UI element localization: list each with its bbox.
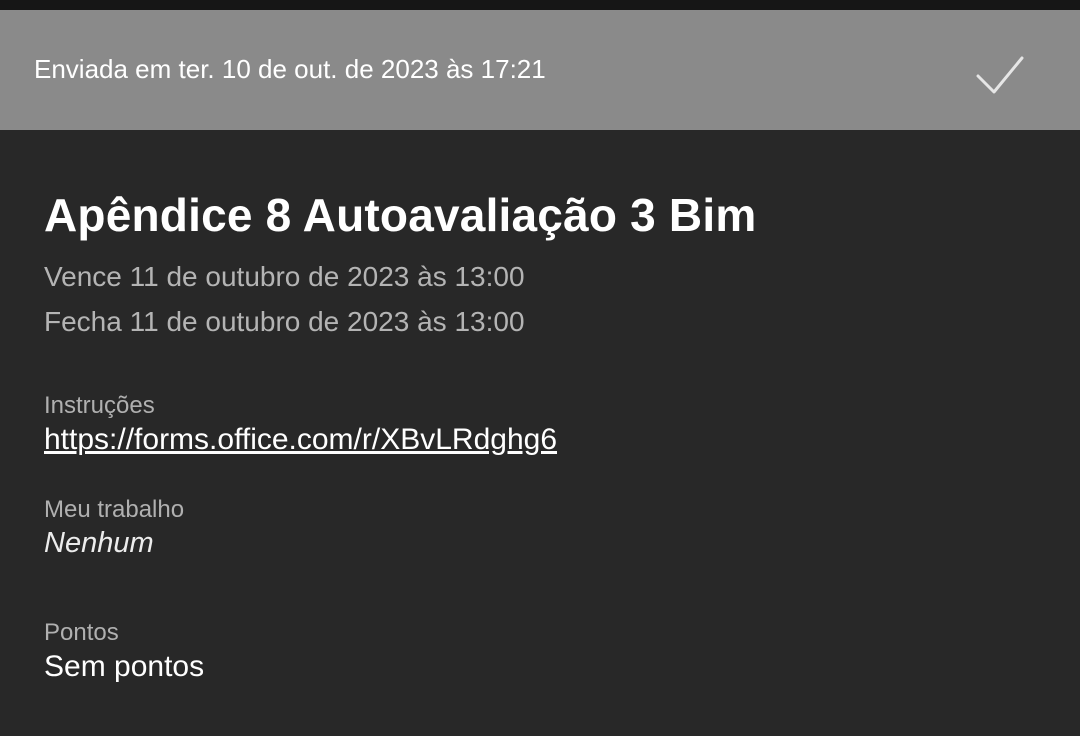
assignment-title: Apêndice 8 Autoavaliação 3 Bim: [44, 189, 757, 241]
points-label: Pontos: [44, 619, 119, 646]
status-bar-strip: [0, 0, 1080, 10]
close-date: Fecha 11 de outubro de 2023 às 13:00: [44, 306, 525, 337]
submission-banner: Enviada em ter. 10 de out. de 2023 às 17…: [0, 10, 1080, 130]
due-date: Vence 11 de outubro de 2023 às 13:00: [44, 261, 525, 292]
points-value: Sem pontos: [44, 650, 205, 683]
instructions-link[interactable]: https://forms.office.com/r/XBvLRdghg6: [44, 423, 557, 457]
checkmark-icon: [976, 56, 1024, 94]
submitted-timestamp: Enviada em ter. 10 de out. de 2023 às 17…: [34, 54, 546, 84]
instructions-label: Instruções: [44, 392, 155, 419]
my-work-label: Meu trabalho: [44, 496, 185, 523]
my-work-value: Nenhum: [44, 527, 154, 559]
